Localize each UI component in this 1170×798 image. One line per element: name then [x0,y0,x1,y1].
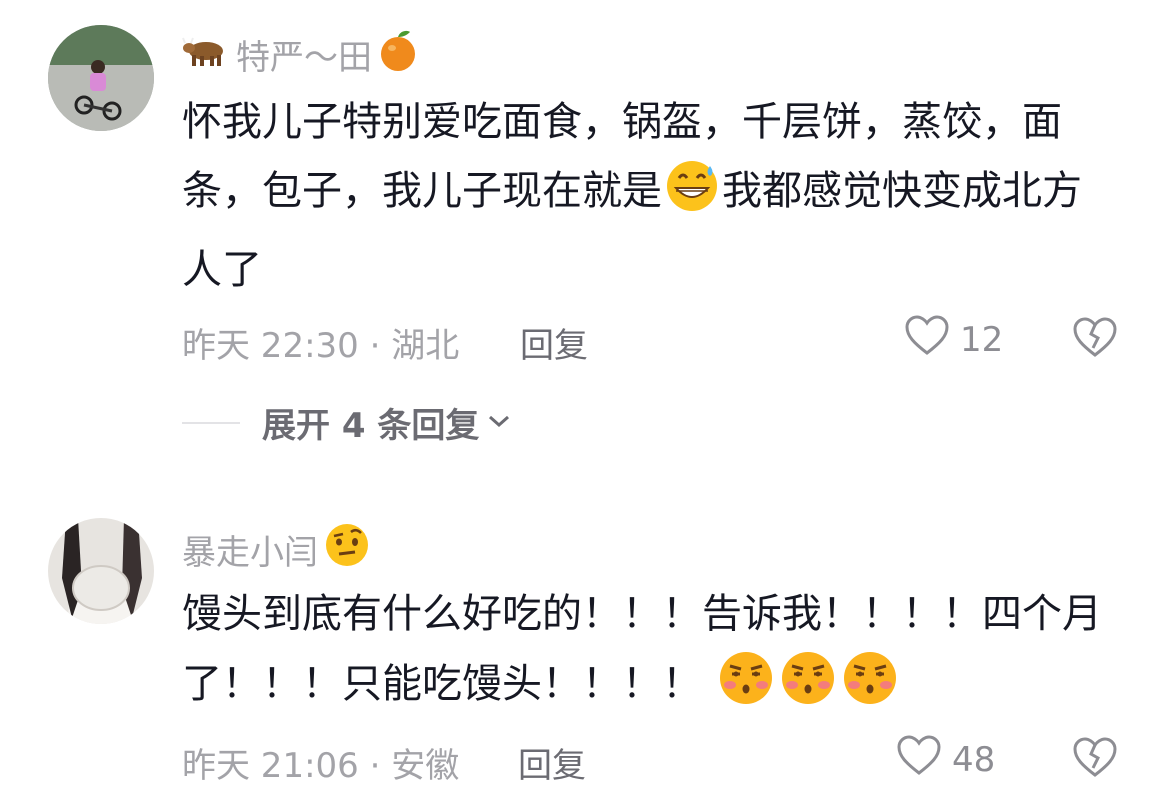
comment-text: 馒头到底有什么好吃的！！！告诉我！！！！四个月了！！！只能吃馒头！！！！ [182,580,1112,729]
username-row[interactable]: 暴走小闫 [182,522,370,577]
time-location: 昨天 21:06 · 安徽 [182,746,460,786]
divider-line [182,421,240,424]
comment-text: 怀我儿子特别爱吃面食，锅盔，千层饼，蒸饺，面条，包子，我儿子现在就是 我都感觉快… [182,88,1112,305]
like-count: 48 [952,739,996,780]
like-count: 12 [960,319,1004,360]
dislike-button[interactable] [1072,736,1118,782]
reply-button[interactable]: 回复 [520,318,588,367]
heart-icon [896,734,942,785]
tangerine-emoji-icon [378,28,418,81]
heart-icon [904,314,950,365]
cow-emoji-icon [182,33,230,76]
like-button[interactable]: 48 [896,734,995,785]
avatar[interactable] [48,25,154,131]
unamused-blush-emoji-icon [841,649,899,729]
avatar[interactable] [48,518,154,624]
username[interactable]: 特严～田 [236,30,372,79]
username[interactable]: 暴走小闫 [182,525,318,574]
chevron-down-icon [487,413,511,433]
time-location: 昨天 22:30 · 湖北 [182,326,460,366]
grinning-sweat-emoji-icon [664,158,720,236]
username-row[interactable]: 特严～田 [182,28,418,81]
comment-text-part: 馒头到底有什么好吃的！！！告诉我！！！！四个月了！！！只能吃馒头！！！！ [182,591,1102,707]
raised-eyebrow-emoji-icon [324,522,370,577]
broken-heart-icon [1072,737,1118,782]
expand-replies[interactable]: 展开 4 条回复 [182,398,511,447]
reply-button[interactable]: 回复 [518,738,586,787]
unamused-blush-emoji-icon [717,649,775,729]
expand-replies-label[interactable]: 展开 4 条回复 [262,398,479,447]
broken-heart-icon [1072,317,1118,362]
unamused-blush-emoji-icon [779,649,837,729]
dislike-button[interactable] [1072,316,1118,362]
like-button[interactable]: 12 [904,314,1003,365]
